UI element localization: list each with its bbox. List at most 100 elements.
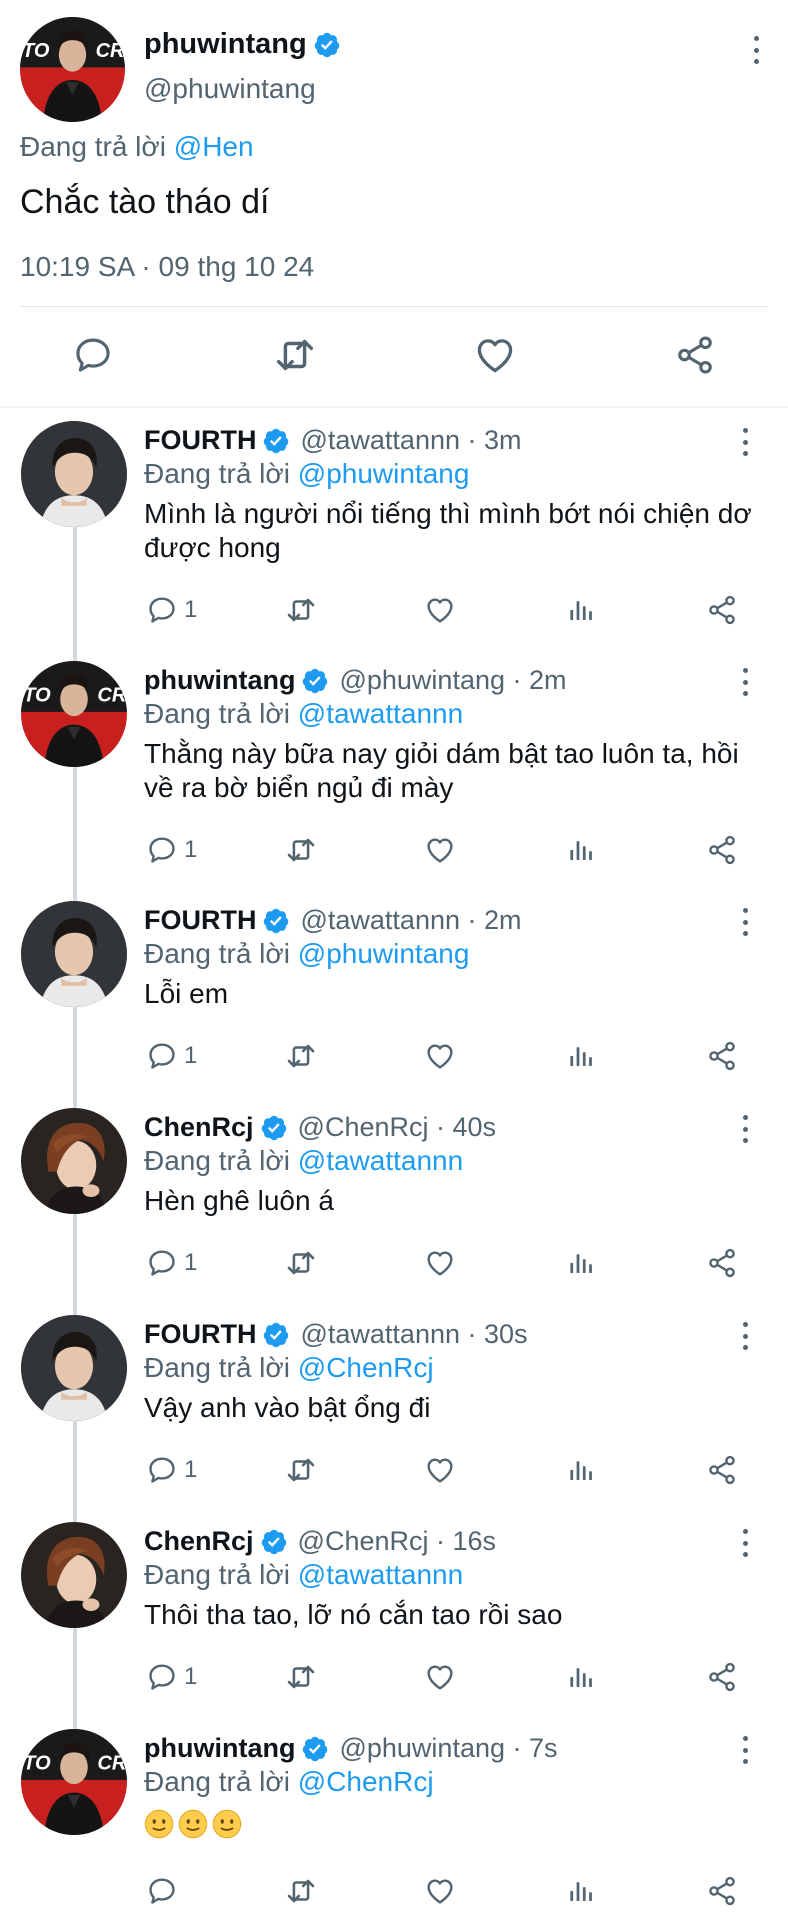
author-display-name[interactable]: FOURTH [144,1319,256,1350]
author-handle-time[interactable]: @phuwintang · 7s [339,1733,557,1764]
views-button[interactable] [566,1657,596,1697]
share-button[interactable] [706,1036,738,1076]
reply-tweet[interactable]: FOURTH @tawattannn · 30s Đang trả lời @C… [0,1294,788,1521]
avatar[interactable] [21,901,127,1007]
action-bar [0,1871,788,1911]
author-display-name[interactable]: ChenRcj [144,1526,254,1557]
reply-button[interactable]: 1 [146,1657,197,1697]
more-options-icon[interactable] [733,1318,757,1354]
reply-button[interactable]: 1 [146,1450,197,1490]
like-button[interactable] [424,1450,456,1490]
avatar-image [21,421,127,527]
reply-button[interactable] [68,330,118,380]
share-button[interactable] [670,330,720,380]
more-options-icon[interactable] [733,1111,757,1147]
avatar[interactable] [21,1522,127,1628]
replying-to-mention[interactable]: @Hen [174,131,254,162]
reply-header: ChenRcj @ChenRcj · 16s [144,1526,496,1557]
retweet-button[interactable] [284,590,318,630]
thread-line [73,1708,77,1729]
views-button[interactable] [566,830,596,870]
main-action-bar [0,330,788,380]
reply-tweet[interactable]: FOURTH @tawattannn · 2m Đang trả lời @ph… [0,880,788,1107]
author-handle-time[interactable]: @tawattannn · 2m [300,905,521,936]
views-button[interactable] [566,1450,596,1490]
reply-button[interactable]: 1 [146,1243,197,1283]
retweet-button[interactable] [284,1243,318,1283]
replying-to-mention[interactable]: @tawattannn [298,1559,463,1590]
like-button[interactable] [424,1871,456,1911]
avatar[interactable] [20,17,125,122]
author-display-name[interactable]: FOURTH [144,425,256,456]
avatar[interactable] [21,661,127,767]
avatar[interactable] [21,421,127,527]
share-button[interactable] [706,1871,738,1911]
reply-button[interactable] [146,1871,178,1911]
views-button[interactable] [566,1243,596,1283]
replying-to-mention[interactable]: @ChenRcj [298,1352,434,1383]
retweet-button[interactable] [284,1036,318,1076]
like-button[interactable] [424,590,456,630]
avatar[interactable] [21,1729,127,1835]
reply-tweet[interactable]: phuwintang @phuwintang · 2m Đang trả lời… [0,640,788,887]
replying-to-mention[interactable]: @tawattannn [298,1145,463,1176]
share-button[interactable] [706,830,738,870]
reply-tweet[interactable]: ChenRcj @ChenRcj · 16s Đang trả lời @taw… [0,1501,788,1728]
views-button[interactable] [566,1871,596,1911]
author-display-name[interactable]: phuwintang [144,665,295,696]
author-handle-time[interactable]: @tawattannn · 3m [300,425,521,456]
like-button[interactable] [424,830,456,870]
reply-count: 1 [184,1456,198,1483]
views-button[interactable] [566,1036,596,1076]
avatar[interactable] [21,1108,127,1214]
author-handle-time[interactable]: @phuwintang · 2m [339,665,566,696]
verified-badge-icon [260,1528,288,1556]
heart-icon [424,1454,456,1486]
replying-to-mention[interactable]: @tawattannn [298,698,463,729]
more-options-icon[interactable] [733,424,757,460]
avatar[interactable] [21,1315,127,1421]
views-button[interactable] [566,590,596,630]
author-display-name[interactable]: phuwintang [144,28,307,61]
retweet-button[interactable] [270,330,320,380]
reply-tweet[interactable]: ChenRcj @ChenRcj · 40s Đang trả lời @taw… [0,1087,788,1314]
like-button[interactable] [424,1243,456,1283]
more-options-icon[interactable] [733,904,757,940]
like-button[interactable] [470,330,520,380]
action-bar: 1 [0,1243,788,1283]
author-display-name[interactable]: ChenRcj [144,1112,254,1143]
share-button[interactable] [706,590,738,630]
replying-to-mention[interactable]: @phuwintang [298,938,470,969]
share-button[interactable] [706,1243,738,1283]
share-button[interactable] [706,1657,738,1697]
share-button[interactable] [706,1450,738,1490]
author-handle[interactable]: @phuwintang [144,73,316,105]
thread-line [73,640,77,661]
reply-button[interactable]: 1 [146,830,197,870]
more-options-icon[interactable] [733,664,757,700]
replying-to-mention[interactable]: @phuwintang [298,458,470,489]
replying-to: Đang trả lời @Hen [20,131,254,163]
author-handle-time[interactable]: @tawattannn · 30s [300,1319,527,1350]
author-handle-time[interactable]: @ChenRcj · 40s [298,1112,496,1143]
more-options-icon[interactable] [733,1525,757,1561]
retweet-button[interactable] [284,830,318,870]
retweet-button[interactable] [284,1450,318,1490]
like-button[interactable] [424,1036,456,1076]
reply-tweet[interactable]: FOURTH @tawattannn · 3m Đang trả lời @ph… [0,410,788,647]
more-options-icon[interactable] [733,1732,757,1768]
reply-tweet[interactable]: phuwintang @phuwintang · 7s Đang trả lời… [0,1708,788,1920]
author-handle-time[interactable]: @ChenRcj · 16s [298,1526,496,1557]
author-display-name[interactable]: FOURTH [144,905,256,936]
author-display-name[interactable]: phuwintang [144,1733,295,1764]
reply-button[interactable]: 1 [146,1036,197,1076]
retweet-button[interactable] [284,1871,318,1911]
divider [20,306,768,307]
tweet-timestamp[interactable]: 10:19 SA · 09 thg 10 24 [20,251,314,283]
more-options-icon[interactable] [744,32,768,68]
replying-to-mention[interactable]: @ChenRcj [298,1766,434,1797]
share-icon [706,1247,738,1279]
reply-button[interactable]: 1 [146,590,197,630]
like-button[interactable] [424,1657,456,1697]
retweet-button[interactable] [284,1657,318,1697]
